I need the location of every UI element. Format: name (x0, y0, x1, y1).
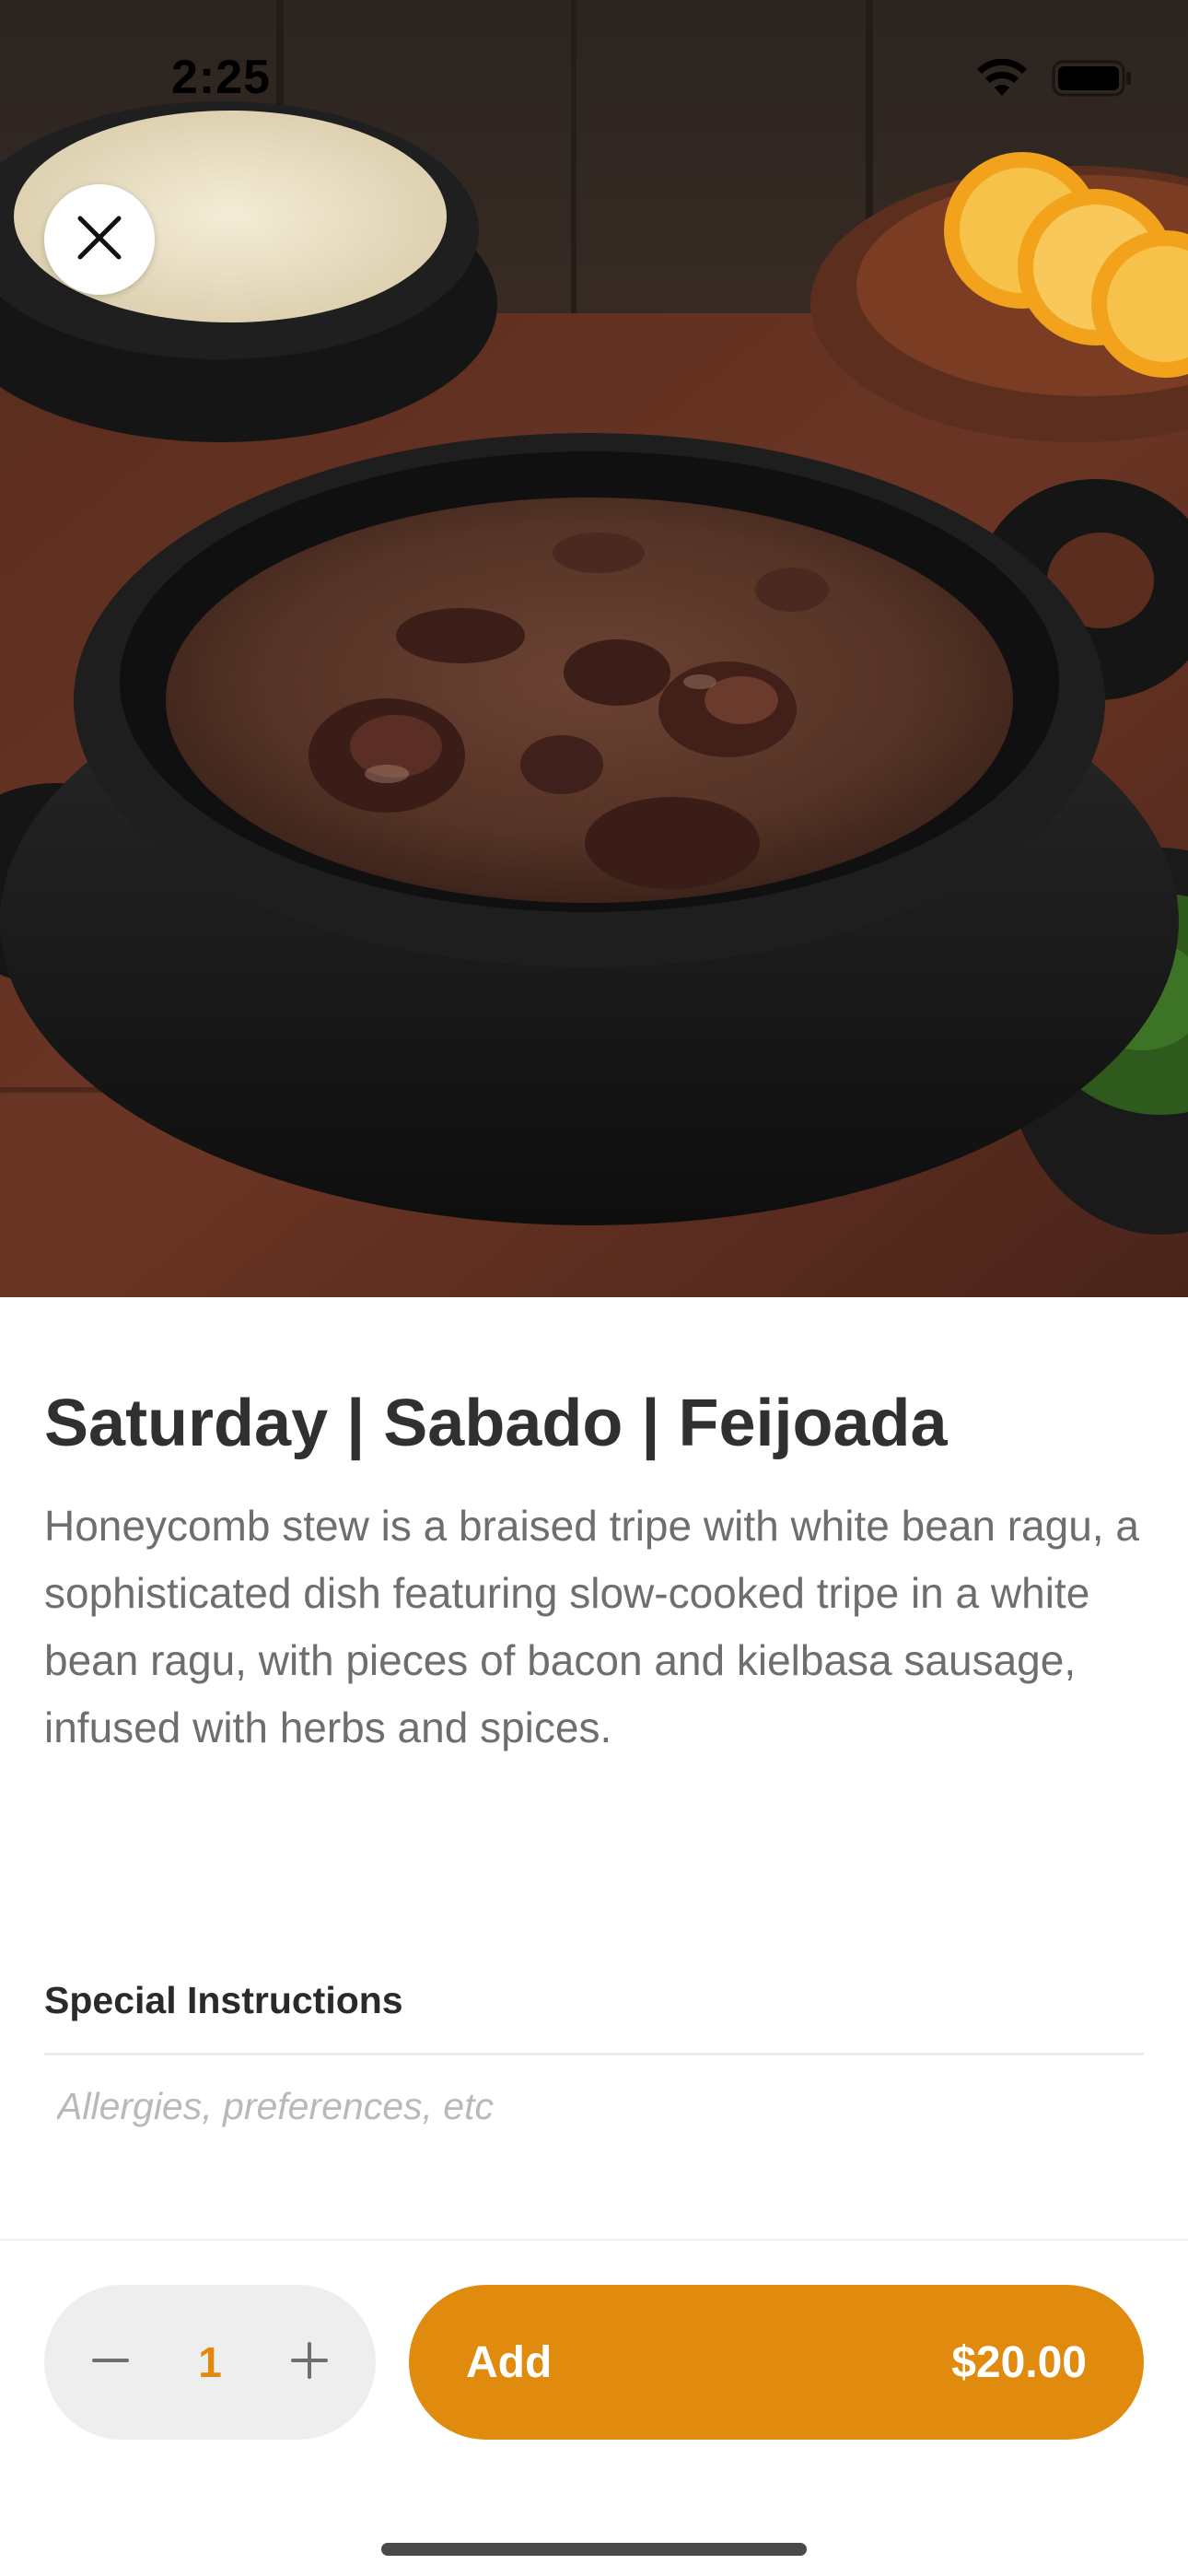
increase-quantity-button[interactable] (276, 2329, 343, 2395)
close-button[interactable] (44, 184, 155, 295)
close-icon (76, 215, 122, 265)
instructions-divider (44, 2053, 1144, 2055)
quantity-value: 1 (198, 2338, 222, 2386)
bottom-bar-divider (0, 2239, 1188, 2241)
plus-icon (291, 2341, 328, 2383)
item-detail-screen: 2:25 Saturday | Sabado | Feijoada Honeyc… (0, 0, 1188, 2576)
status-icons (976, 58, 1133, 102)
status-time: 2:25 (171, 51, 272, 104)
minus-icon (92, 2342, 129, 2383)
add-button-label: Add (466, 2337, 553, 2387)
wifi-icon (976, 58, 1028, 102)
add-to-order-button[interactable]: Add $20.00 (409, 2285, 1144, 2440)
hero-image (0, 0, 1188, 1297)
item-title: Saturday | Sabado | Feijoada (44, 1387, 948, 1460)
item-description: Honeycomb stew is a braised tripe with w… (44, 1502, 1139, 1751)
home-indicator (381, 2543, 807, 2556)
add-button-price: $20.00 (951, 2337, 1087, 2387)
special-instructions-input[interactable] (44, 2069, 1144, 2143)
special-instructions-label: Special Instructions (44, 1979, 403, 2021)
quantity-stepper: 1 (44, 2285, 376, 2440)
battery-icon (1052, 60, 1133, 101)
decrease-quantity-button[interactable] (77, 2329, 144, 2395)
